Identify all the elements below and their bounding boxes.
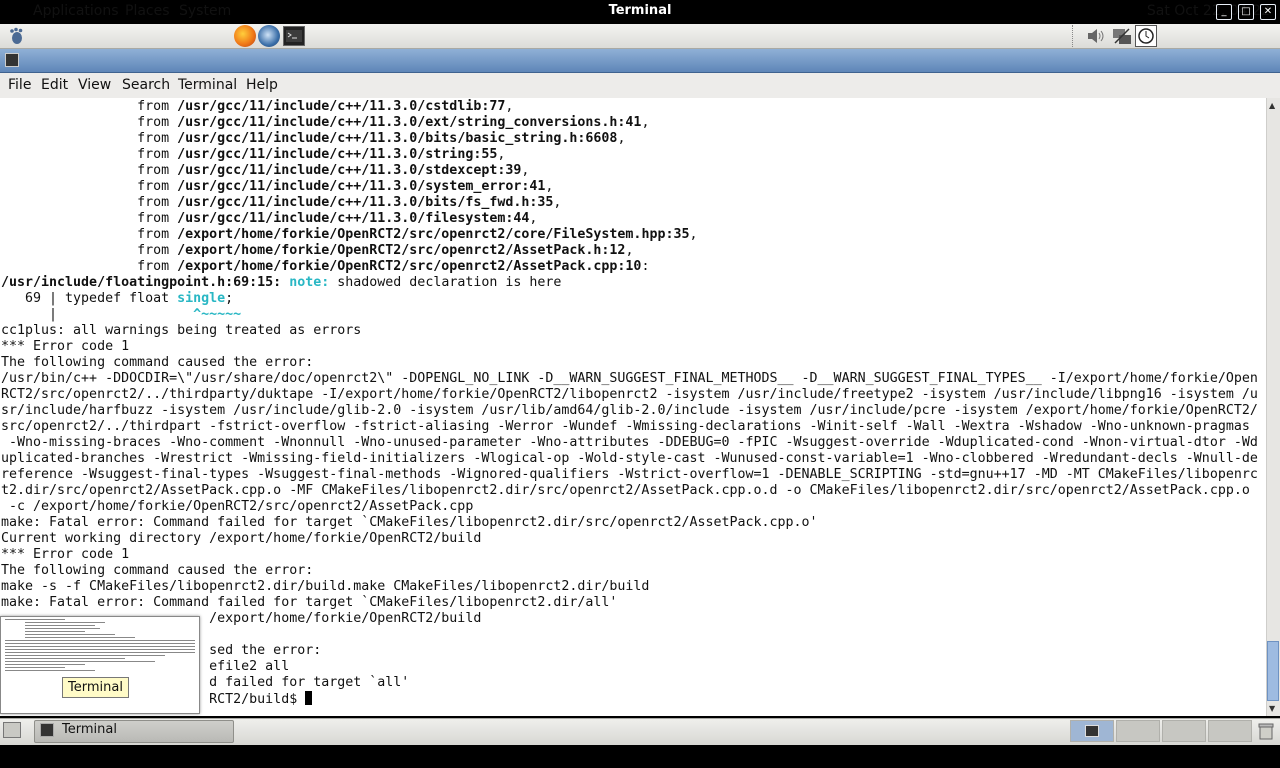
network-icon[interactable] bbox=[1111, 26, 1133, 46]
scroll-down-icon[interactable]: ▼ bbox=[1269, 704, 1275, 713]
clock-app-icon[interactable] bbox=[1135, 25, 1157, 47]
output-line: *** Error code 1 bbox=[1, 547, 130, 562]
trash-icon[interactable] bbox=[1256, 721, 1276, 741]
output-line: /usr/bin/c++ -DDOCDIR=\"/usr/share/doc/o… bbox=[1, 371, 1258, 386]
maximize-icon: □ bbox=[1241, 6, 1251, 17]
menu-terminal[interactable]: Terminal bbox=[178, 77, 237, 93]
firefox-icon[interactable] bbox=[234, 25, 256, 47]
output-line: -Wno-missing-braces -Wno-comment -Wnonnu… bbox=[1, 435, 1258, 450]
include-line: from /usr/gcc/11/include/c++/11.3.0/ext/… bbox=[1, 115, 650, 130]
menu-edit[interactable]: Edit bbox=[41, 77, 68, 93]
include-line: from /usr/gcc/11/include/c++/11.3.0/bits… bbox=[1, 195, 562, 210]
include-line: from /usr/gcc/11/include/c++/11.3.0/syst… bbox=[1, 179, 554, 194]
include-line: from /export/home/forkie/OpenRCT2/src/op… bbox=[1, 243, 634, 258]
window-menu-icon[interactable] bbox=[5, 53, 19, 67]
show-desktop-icon[interactable] bbox=[3, 722, 21, 738]
output-line: uplicated-branches -Wrestrict -Wmissing-… bbox=[1, 451, 1258, 466]
note-line: /usr/include/floatingpoint.h:69:15: note… bbox=[1, 275, 562, 290]
panel-separator bbox=[1072, 25, 1079, 47]
close-icon: ✕ bbox=[1263, 6, 1273, 17]
foot-logo-icon[interactable] bbox=[8, 27, 26, 45]
include-line: from /export/home/forkie/OpenRCT2/src/op… bbox=[1, 227, 698, 242]
output-line: make: Fatal error: Command failed for ta… bbox=[1, 595, 618, 610]
output-line: make: Fatal error: Command failed for ta… bbox=[1, 515, 818, 530]
output-line: sr/include/harfbuzz -isystem /usr/includ… bbox=[1, 403, 1258, 418]
window-titlebar[interactable] bbox=[0, 49, 1280, 73]
include-line: from /export/home/forkie/OpenRCT2/src/op… bbox=[1, 259, 650, 274]
include-line: from /usr/gcc/11/include/c++/11.3.0/stde… bbox=[1, 163, 530, 178]
include-line: from /usr/gcc/11/include/c++/11.3.0/file… bbox=[1, 211, 538, 226]
menu-view[interactable]: View bbox=[78, 77, 111, 93]
output-line: src/openrct2/../thirdpart -fstrict-overf… bbox=[1, 419, 1250, 434]
maximize-button[interactable]: □ bbox=[1238, 4, 1254, 20]
thunderbird-icon[interactable] bbox=[258, 25, 280, 47]
include-line: from /usr/gcc/11/include/c++/11.3.0/stri… bbox=[1, 147, 506, 162]
output-line: make -s -f CMakeFiles/libopenrct2.dir/bu… bbox=[1, 579, 650, 594]
window-preview-thumbnail[interactable] bbox=[0, 616, 200, 714]
output-line: The following command caused the error: bbox=[1, 563, 314, 578]
workspace-1[interactable] bbox=[1070, 720, 1114, 742]
taskbar-tooltip: Terminal bbox=[62, 677, 129, 698]
workspace-2[interactable] bbox=[1116, 720, 1160, 742]
minimize-icon: _ bbox=[1221, 6, 1227, 17]
workspace-window-icon bbox=[1085, 725, 1099, 737]
code-line: 69 | typedef float single; bbox=[1, 291, 234, 306]
text-cursor bbox=[305, 691, 313, 705]
taskbar-terminal-label: Terminal bbox=[62, 722, 117, 737]
scrollbar-thumb[interactable] bbox=[1267, 641, 1279, 701]
output-line: Current working directory /export/home/f… bbox=[1, 531, 482, 546]
include-line: from /usr/gcc/11/include/c++/11.3.0/bits… bbox=[1, 131, 626, 146]
minimize-button[interactable]: _ bbox=[1216, 4, 1232, 20]
scroll-up-icon[interactable]: ▲ bbox=[1269, 101, 1275, 110]
terminal-scrollbar[interactable] bbox=[1266, 98, 1280, 716]
menu-help[interactable]: Help bbox=[246, 77, 278, 93]
window-title: Terminal bbox=[608, 3, 672, 18]
terminal-launcher-icon[interactable] bbox=[283, 26, 305, 46]
output-line: cc1plus: all warnings being treated as e… bbox=[1, 323, 362, 338]
volume-icon[interactable] bbox=[1086, 27, 1106, 45]
menu-search[interactable]: Search bbox=[122, 77, 170, 93]
output-line: -c /export/home/forkie/OpenRCT2/src/open… bbox=[1, 499, 474, 514]
output-line: t2.dir/src/openrct2/AssetPack.cpp.o -MF … bbox=[1, 483, 1250, 498]
workspace-3[interactable] bbox=[1162, 720, 1206, 742]
include-line: from /usr/gcc/11/include/c++/11.3.0/cstd… bbox=[1, 99, 514, 114]
close-button[interactable]: ✕ bbox=[1260, 4, 1276, 20]
output-line: *** Error code 1 bbox=[1, 339, 130, 354]
menu-file[interactable]: File bbox=[8, 77, 31, 93]
workspace-4[interactable] bbox=[1208, 720, 1252, 742]
caret-line: | ^~~~~~ bbox=[1, 307, 242, 322]
output-line: reference -Wsuggest-final-types -Wsugges… bbox=[1, 467, 1258, 482]
taskbar-terminal-icon bbox=[40, 723, 54, 737]
output-line: The following command caused the error: bbox=[1, 355, 314, 370]
output-line: RCT2/src/openrct2/../thirdparty/duktape … bbox=[1, 387, 1258, 402]
